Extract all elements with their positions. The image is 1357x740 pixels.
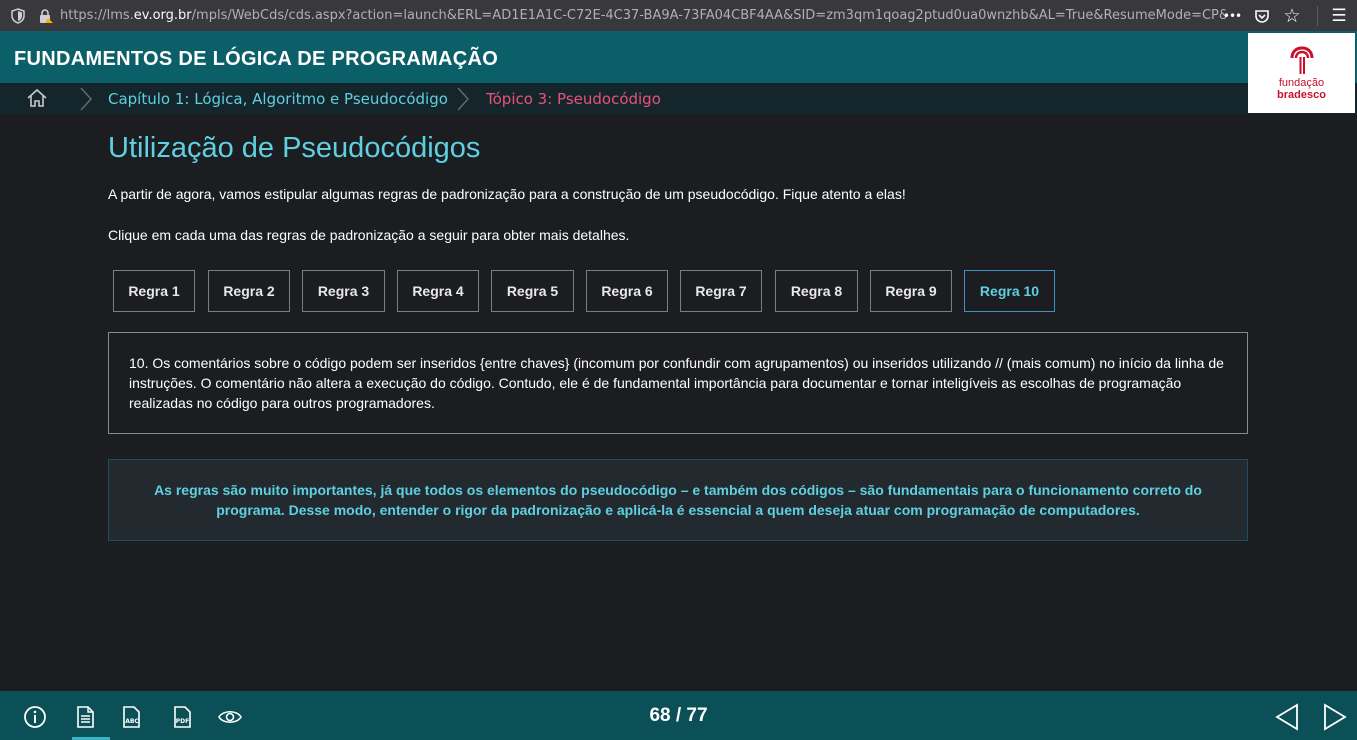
breadcrumb: Capítulo 1: Lógica, Algoritmo e Pseudocó… [0,83,1357,114]
page-counter: 68 / 77 [649,705,708,726]
intro-text: A partir de agora, vamos estipular algum… [108,186,906,202]
shield-icon[interactable] [11,7,25,24]
toolbar-separator [1317,5,1318,26]
logo-line-1: fundação [1278,76,1325,89]
rule-5-button[interactable]: Regra 5 [491,270,574,312]
lock-icon[interactable] [38,8,54,24]
menu-icon[interactable]: ☰ [1330,6,1348,26]
fundacao-bradesco-logo: fundação bradesco [1248,33,1355,113]
pocket-icon[interactable] [1253,7,1271,25]
bookmark-star-icon[interactable]: ☆ [1283,5,1301,27]
rule-3-button[interactable]: Regra 3 [302,270,385,312]
logo-line-2: bradesco [1277,88,1326,101]
rule-6-button[interactable]: Regra 6 [586,270,668,312]
page-title: Utilização de Pseudocódigos [108,132,481,164]
instruction-text: Clique em cada uma das regras de padroni… [108,227,630,243]
rule-1-button[interactable]: Regra 1 [113,270,195,312]
breadcrumb-chapter[interactable]: Capítulo 1: Lógica, Algoritmo e Pseudocó… [108,90,448,108]
rule-10-button[interactable]: Regra 10 [964,270,1055,312]
url-prefix: https://lms. [60,8,134,23]
breadcrumb-topic: Tópico 3: Pseudocódigo [486,90,661,108]
breadcrumb-chevron-icon [80,87,92,111]
footer-toolbar: ABC PDF 68 / 77 [0,691,1357,740]
home-icon[interactable] [26,88,48,108]
breadcrumb-chevron-icon [457,87,469,111]
url-domain: ev.org.br [133,8,192,23]
next-icon[interactable] [1322,703,1348,731]
url-bar-actions: ••• ☆ ☰ [1211,0,1357,31]
rule-8-button[interactable]: Regra 8 [775,270,858,312]
rule-7-button[interactable]: Regra 7 [680,270,762,312]
browser-url-bar: https://lms.ev.org.br/mpls/WebCds/cds.as… [0,0,1357,31]
rule-2-button[interactable]: Regra 2 [208,270,290,312]
more-icon[interactable]: ••• [1223,7,1242,25]
previous-icon[interactable] [1274,703,1300,731]
highlight-note: As regras são muito importantes, já que … [108,459,1248,541]
url-rest: /mpls/WebCds/cds.aspx?action=launch&ERL=… [191,8,1226,23]
rule-4-button[interactable]: Regra 4 [397,270,479,312]
url-field[interactable]: https://lms.ev.org.br/mpls/WebCds/cds.as… [60,8,1226,23]
course-title: FUNDAMENTOS DE LÓGICA DE PROGRAMAÇÃO [14,48,499,70]
course-header: FUNDAMENTOS DE LÓGICA DE PROGRAMAÇÃO [0,31,1357,83]
rule-9-button[interactable]: Regra 9 [870,270,952,312]
rule-detail-panel: 10. Os comentários sobre o código podem … [108,332,1248,434]
bradesco-logo-icon [1290,45,1313,74]
